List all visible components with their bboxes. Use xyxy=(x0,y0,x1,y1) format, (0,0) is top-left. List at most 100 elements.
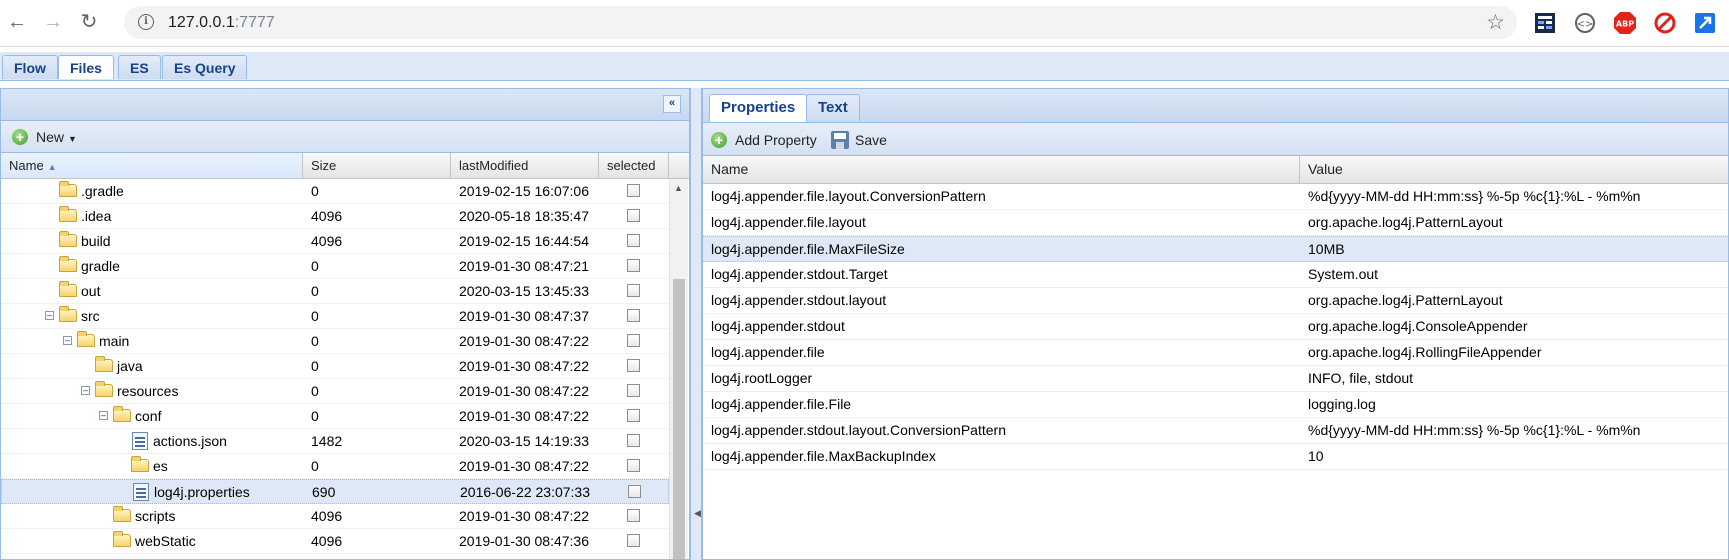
property-row[interactable]: log4j.appender.file.MaxFileSize 10MB xyxy=(703,236,1728,262)
property-row[interactable]: log4j.appender.stdout org.apache.log4j.Co… xyxy=(703,314,1728,340)
select-checkbox[interactable] xyxy=(627,359,640,372)
select-checkbox[interactable] xyxy=(627,459,640,472)
block-icon[interactable] xyxy=(1653,11,1677,35)
property-row[interactable]: log4j.rootLogger INFO, file, stdout xyxy=(703,366,1728,392)
property-row[interactable]: log4j.appender.file org.apache.log4j.Roll… xyxy=(703,340,1728,366)
tab-es-query[interactable]: Es Query xyxy=(162,55,248,79)
table-row[interactable]: build 4096 2019-02-15 16:44:54 xyxy=(1,229,669,254)
select-checkbox[interactable] xyxy=(627,334,640,347)
add-property-button[interactable]: + Add Property xyxy=(711,131,817,149)
adblock-icon[interactable]: ABP xyxy=(1613,11,1637,35)
select-checkbox[interactable] xyxy=(627,209,640,222)
table-row[interactable]: log4j.properties 690 2016-06-22 23:07:33 xyxy=(1,479,669,504)
forward-icon[interactable]: → xyxy=(40,9,66,35)
table-row[interactable]: – main 0 2019-01-30 08:47:22 xyxy=(1,329,669,354)
tab-es[interactable]: ES xyxy=(118,55,161,79)
column-header-modified[interactable]: lastModified xyxy=(451,153,599,178)
tab-text[interactable]: Text xyxy=(806,94,860,121)
table-row[interactable]: out 0 2020-03-15 13:45:33 xyxy=(1,279,669,304)
select-checkbox[interactable] xyxy=(627,434,640,447)
code-icon[interactable]: <> xyxy=(1573,11,1597,35)
column-header-size[interactable]: Size xyxy=(303,153,451,178)
select-checkbox[interactable] xyxy=(628,485,641,498)
select-checkbox[interactable] xyxy=(627,184,640,197)
property-value[interactable]: INFO, file, stdout xyxy=(1308,366,1413,391)
address-bar[interactable]: i 127.0.0.1:7777 ☆ xyxy=(124,6,1517,39)
property-value[interactable]: org.apache.log4j.PatternLayout xyxy=(1308,288,1503,313)
property-name[interactable]: log4j.appender.file.layout xyxy=(711,210,866,235)
property-value[interactable]: org.apache.log4j.PatternLayout xyxy=(1308,210,1503,235)
property-value[interactable]: %d{yyyy-MM-dd HH:mm:ss} %-5p %c{1}:%L - … xyxy=(1308,418,1640,443)
select-checkbox[interactable] xyxy=(627,259,640,272)
collapse-toggle-icon[interactable]: – xyxy=(63,336,72,345)
property-name[interactable]: log4j.appender.stdout.layout.ConversionP… xyxy=(711,418,1006,443)
bookmark-star-icon[interactable]: ☆ xyxy=(1486,10,1505,35)
select-checkbox[interactable] xyxy=(627,409,640,422)
property-value[interactable]: System.out xyxy=(1308,262,1378,287)
table-row[interactable]: actions.json 1482 2020-03-15 14:19:33 xyxy=(1,429,669,454)
reload-icon[interactable]: ↻ xyxy=(76,9,102,35)
property-value[interactable]: 10 xyxy=(1308,444,1324,469)
collapse-toggle-icon[interactable]: – xyxy=(45,311,54,320)
column-header-name[interactable]: Name ▲ xyxy=(1,153,303,178)
panel-splitter[interactable]: ◀ xyxy=(690,88,702,560)
new-button[interactable]: + New ▼ xyxy=(12,128,77,146)
select-checkbox[interactable] xyxy=(627,384,640,397)
collapse-toggle-icon[interactable]: – xyxy=(99,411,108,420)
table-row[interactable]: java 0 2019-01-30 08:47:22 xyxy=(1,354,669,379)
table-row[interactable]: – src 0 2019-01-30 08:47:37 xyxy=(1,304,669,329)
site-info-icon[interactable]: i xyxy=(138,14,154,30)
select-checkbox[interactable] xyxy=(627,534,640,547)
column-header-selected[interactable]: selected xyxy=(599,153,669,178)
splitter-knob-icon[interactable]: ◀ xyxy=(694,508,701,519)
save-button[interactable]: Save xyxy=(831,131,887,149)
property-row[interactable]: log4j.appender.file.File logging.log xyxy=(703,392,1728,418)
resize-icon[interactable] xyxy=(1693,11,1717,35)
table-row[interactable]: .idea 4096 2020-05-18 18:35:47 xyxy=(1,204,669,229)
property-row[interactable]: log4j.appender.stdout.Target System.out xyxy=(703,262,1728,288)
table-row[interactable]: webStatic 4096 2019-01-30 08:47:36 xyxy=(1,529,669,554)
property-row[interactable]: log4j.appender.file.layout.ConversionPat… xyxy=(703,184,1728,210)
property-row[interactable]: log4j.appender.file.MaxBackupIndex 10 xyxy=(703,444,1728,470)
select-checkbox[interactable] xyxy=(627,284,640,297)
property-name[interactable]: log4j.appender.file.layout.ConversionPat… xyxy=(711,184,986,209)
property-value[interactable]: org.apache.log4j.ConsoleAppender xyxy=(1308,314,1528,339)
sheet-icon[interactable] xyxy=(1533,11,1557,35)
property-name[interactable]: log4j.appender.file.MaxFileSize xyxy=(711,237,905,262)
property-name[interactable]: log4j.appender.file.File xyxy=(711,392,851,417)
property-row[interactable]: log4j.appender.stdout.layout.ConversionP… xyxy=(703,418,1728,444)
collapse-toggle-icon[interactable]: – xyxy=(81,386,90,395)
select-checkbox[interactable] xyxy=(627,309,640,322)
property-name[interactable]: log4j.appender.stdout.layout xyxy=(711,288,886,313)
table-row[interactable]: scripts 4096 2019-01-30 08:47:22 xyxy=(1,504,669,529)
property-value[interactable]: logging.log xyxy=(1308,392,1376,417)
select-checkbox[interactable] xyxy=(627,234,640,247)
url-text[interactable]: 127.0.0.1:7777 xyxy=(168,14,275,32)
select-checkbox[interactable] xyxy=(627,509,640,522)
back-icon[interactable]: ← xyxy=(4,9,30,35)
property-value[interactable]: 10MB xyxy=(1308,237,1345,262)
property-name[interactable]: log4j.appender.file xyxy=(711,340,825,365)
collapse-panel-icon[interactable]: « xyxy=(663,95,681,113)
property-name[interactable]: log4j.appender.file.MaxBackupIndex xyxy=(711,444,936,469)
tab-properties[interactable]: Properties xyxy=(709,94,808,122)
property-row[interactable]: log4j.appender.file.layout org.apache.log… xyxy=(703,210,1728,236)
property-name[interactable]: log4j.appender.stdout xyxy=(711,314,845,339)
property-name[interactable]: log4j.rootLogger xyxy=(711,366,812,391)
table-row[interactable]: .gradle 0 2019-02-15 16:07:06 xyxy=(1,179,669,204)
table-row[interactable]: es 0 2019-01-30 08:47:22 xyxy=(1,454,669,479)
files-scrollbar[interactable]: ▲ xyxy=(669,179,688,559)
table-row[interactable]: – resources 0 2019-01-30 08:47:22 xyxy=(1,379,669,404)
property-value[interactable]: org.apache.log4j.RollingFileAppender xyxy=(1308,340,1542,365)
property-name[interactable]: log4j.appender.stdout.Target xyxy=(711,262,888,287)
property-row[interactable]: log4j.appender.stdout.layout org.apache.l… xyxy=(703,288,1728,314)
column-header-prop-name[interactable]: Name xyxy=(703,156,1300,183)
scroll-thumb[interactable] xyxy=(673,279,685,559)
tab-files[interactable]: Files xyxy=(58,55,114,79)
table-row[interactable]: gradle 0 2019-01-30 08:47:21 xyxy=(1,254,669,279)
tab-flow[interactable]: Flow xyxy=(2,55,58,79)
scroll-up-icon[interactable]: ▲ xyxy=(674,183,683,193)
property-value[interactable]: %d{yyyy-MM-dd HH:mm:ss} %-5p %c{1}:%L - … xyxy=(1308,184,1640,209)
table-row[interactable]: – conf 0 2019-01-30 08:47:22 xyxy=(1,404,669,429)
column-header-prop-value[interactable]: Value xyxy=(1300,156,1728,183)
